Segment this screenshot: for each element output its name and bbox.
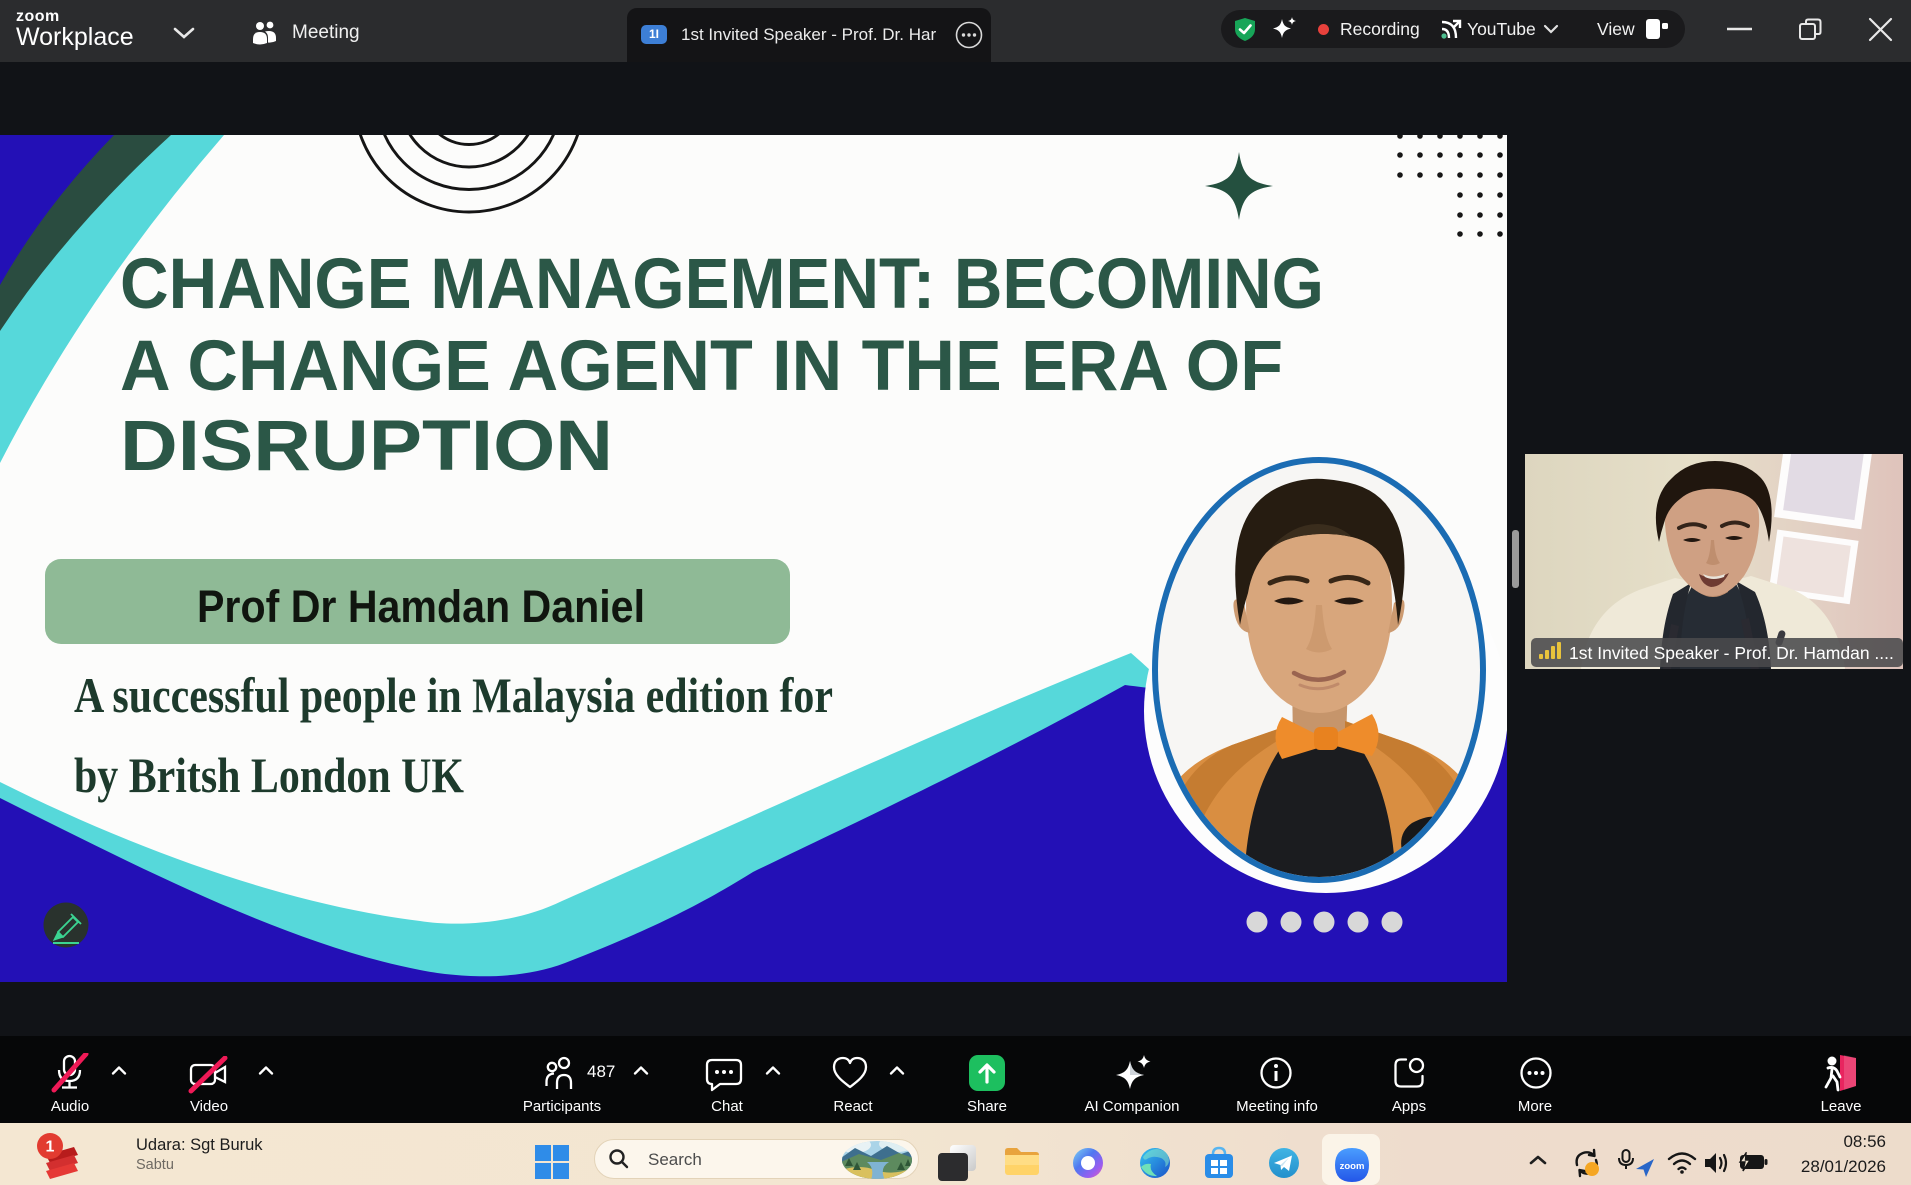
svg-text:Prof Dr Hamdan Daniel: Prof Dr Hamdan Daniel (197, 581, 645, 632)
svg-text:by Britsh London UK: by Britsh London UK (74, 747, 464, 803)
svg-text:A successful people in Malaysi: A successful people in Malaysia edition … (74, 667, 833, 723)
svg-text:CHANGE MANAGEMENT: BECOMING: CHANGE MANAGEMENT: BECOMING (120, 245, 1324, 324)
svg-text:zoom: zoom (1340, 1161, 1365, 1172)
svg-text:DISRUPTION: DISRUPTION (120, 407, 613, 486)
svg-text:A CHANGE AGENT IN THE ERA OF: A CHANGE AGENT IN THE ERA OF (120, 327, 1283, 406)
svg-text:1st Invited Speaker - Prof. Dr: 1st Invited Speaker - Prof. Dr. Hamdan .… (1569, 643, 1894, 663)
svg-text:1: 1 (46, 1139, 55, 1156)
